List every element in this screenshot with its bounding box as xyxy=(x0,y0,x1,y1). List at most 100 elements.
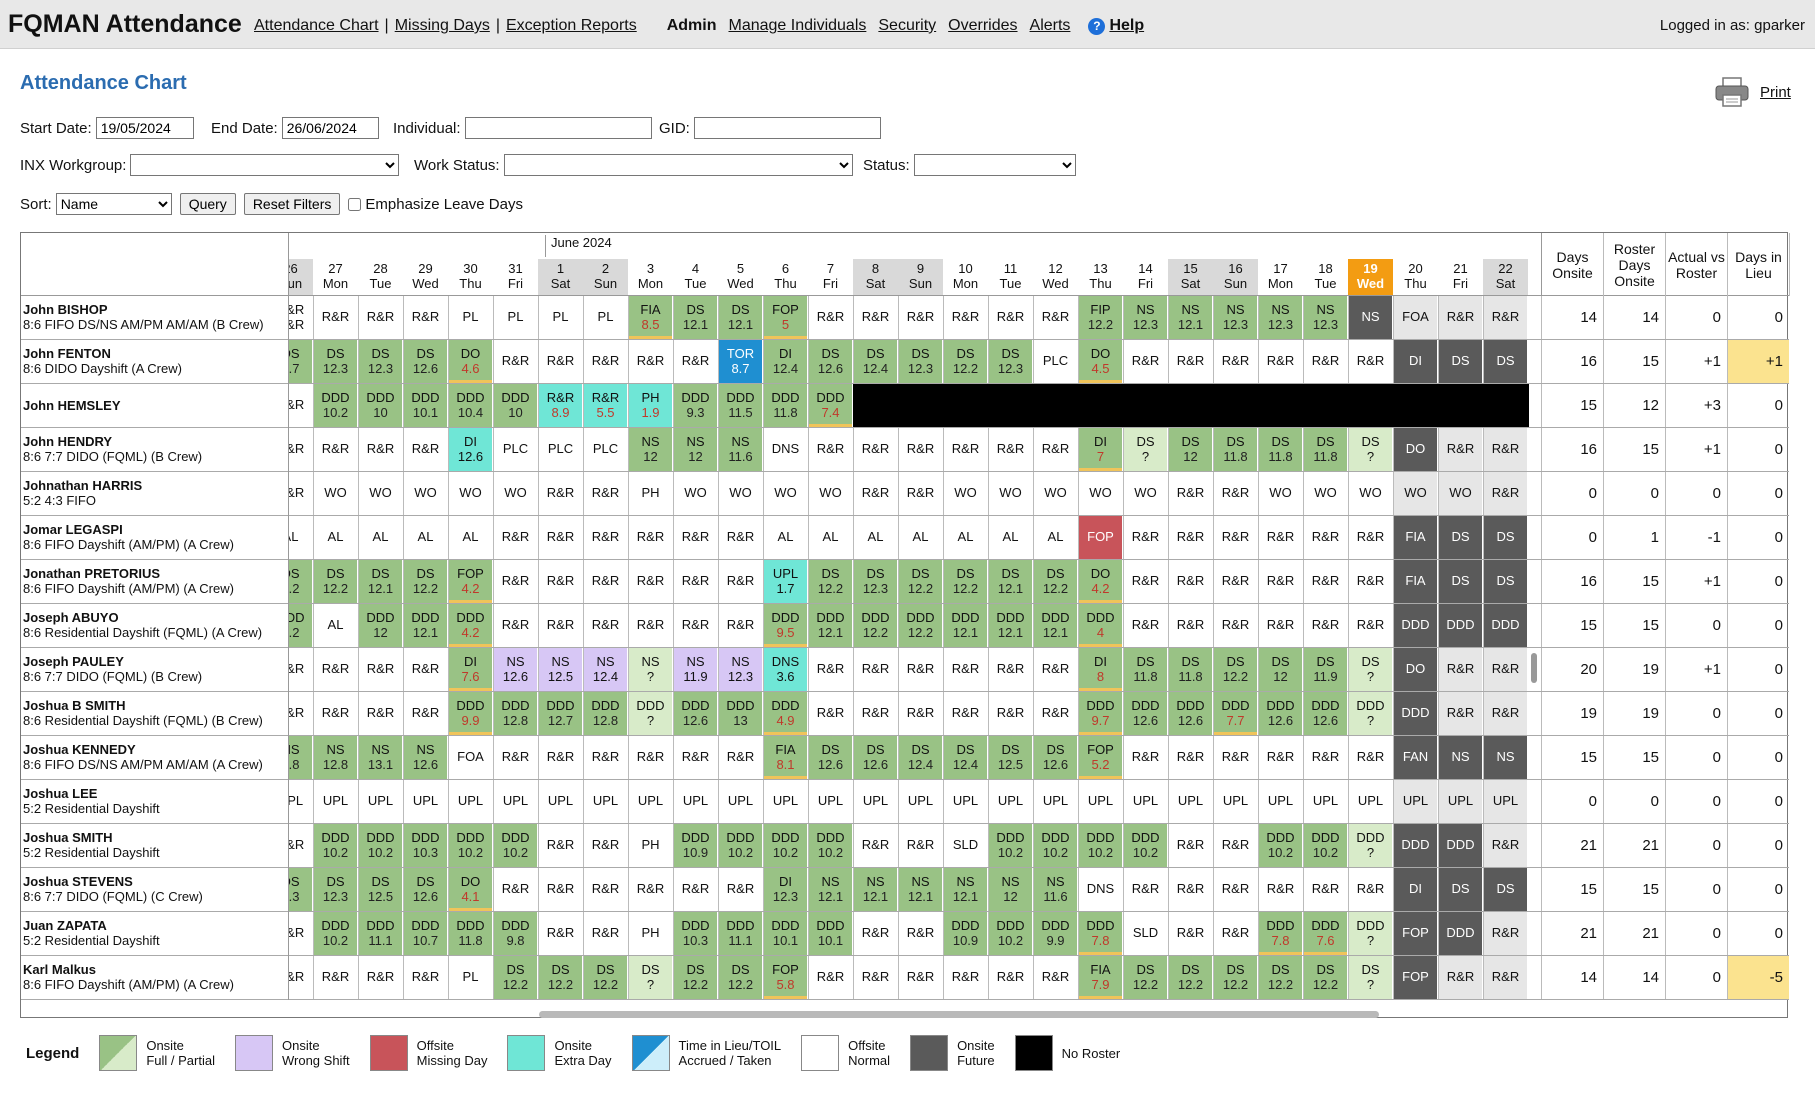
day-cell[interactable]: DS 12.3 xyxy=(988,340,1032,383)
day-cell[interactable]: R&R xyxy=(1033,428,1077,471)
day-cell[interactable]: R&R xyxy=(538,340,582,383)
work-status-select[interactable] xyxy=(503,154,853,176)
day-cell[interactable]: R&R xyxy=(1213,472,1257,515)
day-cell[interactable]: DDD 4.2 xyxy=(448,604,492,647)
day-cell[interactable]: DDD 7.8 xyxy=(1078,912,1122,955)
day-cell[interactable]: R&R xyxy=(853,648,897,691)
day-cell[interactable]: DDD 9.9 xyxy=(1033,912,1077,955)
day-cell[interactable]: AL xyxy=(988,516,1032,559)
day-cell[interactable]: R&R xyxy=(289,956,312,999)
day-cell[interactable]: DS xyxy=(1483,516,1527,559)
day-cell[interactable]: FIP 12.2 xyxy=(1078,296,1122,339)
day-cell[interactable]: NS xyxy=(1438,736,1482,779)
day-cell[interactable]: DDD 13 xyxy=(718,692,762,735)
day-cell[interactable]: DI 12.3 xyxy=(763,868,807,911)
day-cell[interactable]: R&R xyxy=(1123,516,1167,559)
vertical-scroll-thumb[interactable] xyxy=(1531,653,1537,683)
day-cell[interactable]: NS 12.1 xyxy=(898,868,942,911)
day-cell[interactable]: NS 12.3 xyxy=(718,648,762,691)
table-row[interactable]: Karl Malkus 8:6 FIFO Dayshift (AM/PM) (A … xyxy=(21,956,1789,1000)
table-row[interactable]: Johnathan HARRIS5:2 4:3 FIFOR&RWOWOWOWOW… xyxy=(21,472,1789,516)
day-cell[interactable]: DDD 10.2 xyxy=(313,824,357,867)
table-row[interactable]: Juan ZAPATA5:2 Residential DayshiftR&RDD… xyxy=(21,912,1789,956)
day-cell[interactable]: DS 12.2 xyxy=(538,956,582,999)
day-cell[interactable]: R&R xyxy=(718,604,762,647)
print-area[interactable]: Print xyxy=(1714,76,1791,108)
day-cell[interactable]: R&R xyxy=(1213,560,1257,603)
day-cell[interactable]: DS 11.9 xyxy=(1303,648,1347,691)
day-cell[interactable]: R&R xyxy=(403,692,447,735)
day-cell[interactable]: DDD xyxy=(1483,604,1527,647)
day-cell[interactable]: UPL xyxy=(853,780,897,823)
day-cell[interactable]: R&R xyxy=(1348,736,1392,779)
day-cell[interactable]: AL xyxy=(448,516,492,559)
day-cell[interactable]: DDD 7.7 xyxy=(1213,692,1257,735)
day-cell[interactable]: R&R xyxy=(1213,912,1257,955)
day-cell[interactable]: DDD xyxy=(1393,692,1437,735)
day-cell[interactable]: DDD 12.6 xyxy=(1123,692,1167,735)
day-cell[interactable]: DNS xyxy=(763,428,807,471)
day-cell[interactable]: DI 12.6 xyxy=(448,428,492,471)
day-cell[interactable]: DDD 4 xyxy=(1078,604,1122,647)
day-cell[interactable]: FOP xyxy=(1393,956,1437,999)
day-cell[interactable]: NS 12.1 xyxy=(853,868,897,911)
day-cell[interactable]: DDD 12.1 xyxy=(943,604,987,647)
day-cell[interactable]: UPL xyxy=(1123,780,1167,823)
day-cell[interactable]: R&R xyxy=(403,648,447,691)
day-cell[interactable]: DO 4.6 xyxy=(448,340,492,383)
day-cell[interactable]: DS 12.2 xyxy=(943,560,987,603)
day-cell[interactable]: DDD 9.5 xyxy=(763,604,807,647)
day-cell[interactable]: WO xyxy=(988,472,1032,515)
day-cell[interactable]: DI 8 xyxy=(1078,648,1122,691)
day-cell[interactable]: DS 12.2 xyxy=(1258,956,1302,999)
day-cell[interactable]: R&R xyxy=(313,296,357,339)
day-cell[interactable]: DDD 10.2 xyxy=(448,824,492,867)
day-cell[interactable]: AL xyxy=(289,516,312,559)
day-cell[interactable]: R&R xyxy=(1348,604,1392,647)
day-cell[interactable]: UPL xyxy=(313,780,357,823)
day-cell[interactable]: AL xyxy=(358,516,402,559)
day-cell[interactable]: R&R xyxy=(943,692,987,735)
day-cell[interactable]: R&R xyxy=(403,956,447,999)
employee-name-cell[interactable]: John HENDRY 8:6 7:7 DIDO (FQML) (B Crew) xyxy=(21,428,289,472)
day-cell[interactable]: DS2.7 xyxy=(289,340,312,383)
day-cell[interactable]: NS 11.9 xyxy=(673,648,717,691)
day-cell[interactable]: PLC xyxy=(1033,340,1077,383)
day-cell[interactable]: PH xyxy=(628,912,672,955)
day-cell[interactable]: DNS 3.6 xyxy=(763,648,807,691)
day-cell[interactable]: R&R xyxy=(988,296,1032,339)
day-cell[interactable]: DDD 12.6 xyxy=(1258,692,1302,735)
day-cell[interactable]: R&RR&R xyxy=(289,296,312,339)
day-cell[interactable]: PL xyxy=(493,296,537,339)
day-cell[interactable]: FOP 5 xyxy=(763,296,807,339)
day-cell[interactable]: DO xyxy=(1393,648,1437,691)
day-cell[interactable]: R&R xyxy=(493,868,537,911)
day-cell[interactable]: DS 12.2 xyxy=(313,560,357,603)
day-cell[interactable]: PL xyxy=(448,296,492,339)
day-cell[interactable]: R&R 5.5 xyxy=(583,384,627,427)
day-cell[interactable]: R&R xyxy=(898,648,942,691)
day-cell[interactable]: DDD 4.9 xyxy=(763,692,807,735)
nav-missing-days[interactable]: Missing Days xyxy=(395,17,490,35)
day-cell[interactable]: NS 12.3 xyxy=(1303,296,1347,339)
day-cell[interactable]: DDD? xyxy=(628,692,672,735)
day-cell[interactable]: DDD 10.2 xyxy=(1258,824,1302,867)
day-cell[interactable]: UPL 1.7 xyxy=(763,560,807,603)
day-cell[interactable]: R&R xyxy=(1438,648,1482,691)
day-cell[interactable]: R&R xyxy=(988,648,1032,691)
day-cell[interactable]: WO xyxy=(1348,472,1392,515)
day-cell[interactable]: FOA xyxy=(448,736,492,779)
day-cell[interactable]: DS 11.8 xyxy=(1303,428,1347,471)
day-cell[interactable]: DS? xyxy=(1348,956,1392,999)
day-cell[interactable]: R&R xyxy=(493,340,537,383)
day-cell[interactable]: R&R xyxy=(628,736,672,779)
day-cell[interactable]: DDD 10.4 xyxy=(448,384,492,427)
horizontal-scrollbar[interactable] xyxy=(289,1010,1541,1018)
day-cell[interactable]: DS xyxy=(1483,868,1527,911)
day-cell[interactable]: NS 12.8 xyxy=(313,736,357,779)
table-row[interactable]: Joshua B SMITH 8:6 Residential Dayshift (… xyxy=(21,692,1789,736)
day-cell[interactable]: DS? xyxy=(1348,428,1392,471)
day-cell[interactable]: DDD xyxy=(1438,824,1482,867)
day-cell[interactable]: DS xyxy=(1438,340,1482,383)
day-cell[interactable]: DS? xyxy=(628,956,672,999)
